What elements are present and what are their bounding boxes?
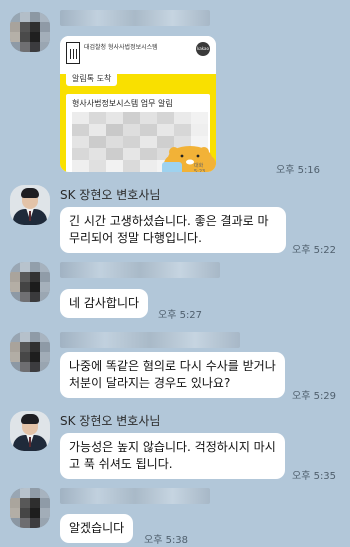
avatar-lawyer[interactable] — [10, 185, 50, 225]
kakao-logo-icon: kakao — [196, 42, 210, 56]
card-header: 대검찰청 형사사법정보시스템 kakao — [60, 36, 216, 74]
message-bubble[interactable]: 나중에 똑같은 혐의로 다시 수사를 받거나 처분이 달라지는 경우도 있나요? — [60, 352, 285, 398]
message-time: 오후 5:35 — [292, 471, 337, 482]
message-time: 오후 5:38 — [144, 535, 189, 546]
avatar-blurred[interactable] — [10, 332, 50, 372]
message-time: 오후 5:27 — [158, 310, 203, 321]
avatar-lawyer[interactable] — [10, 411, 50, 451]
court-logo-icon — [66, 42, 80, 64]
message-bubble[interactable]: 긴 시간 고생하셨습니다. 좋은 결과로 마무리되어 정말 다행입니다. — [60, 207, 286, 253]
card-court-name: 대검찰청 형사사법정보시스템 — [84, 44, 158, 51]
sender-name: SK 장현오 변호사님 — [60, 414, 161, 428]
sender-name: SK 장현오 변호사님 — [60, 188, 161, 202]
message-bubble[interactable]: 알겠습니다 — [60, 514, 134, 543]
avatar-blurred[interactable] — [10, 12, 50, 52]
message-time: 오후 5:16 — [276, 165, 321, 176]
message-bubble[interactable]: 가능성은 높지 않습니다. 걱정하시지 마시고 푹 쉬셔도 됩니다. — [60, 433, 285, 479]
message-time: 오후 5:29 — [292, 391, 337, 402]
sender-name-blurred — [60, 10, 210, 26]
avatar-blurred[interactable] — [10, 262, 50, 302]
avatar-blurred[interactable] — [10, 488, 50, 528]
card-date-label: 대화 5:23 — [194, 163, 206, 172]
alarm-badge: 알림톡 도착 — [66, 71, 118, 86]
sender-name-blurred — [60, 488, 210, 504]
message-time: 오후 5:22 — [292, 245, 337, 256]
card-title: 형사사법정보시스템 업무 알림 — [72, 99, 173, 108]
sender-name-blurred — [60, 332, 240, 348]
message-bubble[interactable]: 네 감사합니다 — [60, 289, 149, 318]
alarm-card[interactable]: 대검찰청 형사사법정보시스템 kakao 알림톡 도착 형사사법정보시스템 업무… — [60, 36, 216, 172]
sender-name-blurred — [60, 262, 220, 278]
